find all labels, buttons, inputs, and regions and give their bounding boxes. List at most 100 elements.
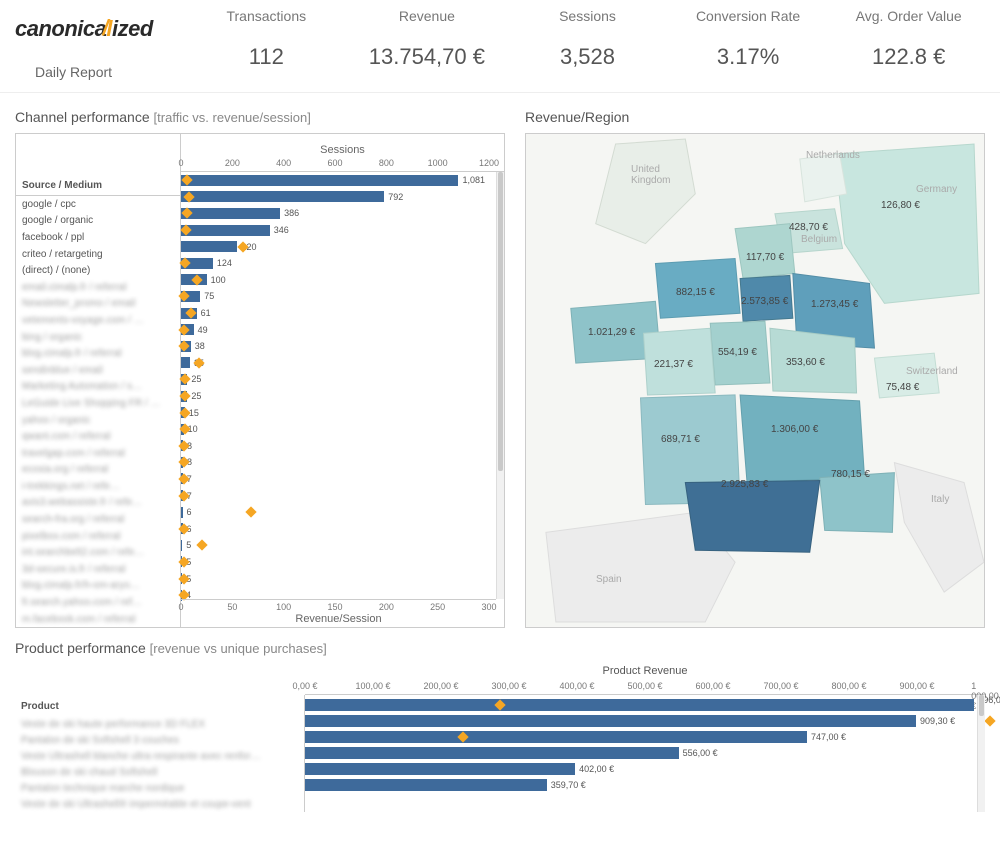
channel-row[interactable]: 10 bbox=[181, 421, 504, 438]
channel-label[interactable]: (direct) / (none) bbox=[16, 262, 180, 279]
channel-row[interactable]: 38 bbox=[181, 338, 504, 355]
product-label[interactable]: Pantalon de ski Softshell 3 couches bbox=[15, 732, 304, 748]
channel-label[interactable]: m.facebook.com / referral bbox=[16, 611, 180, 628]
channel-row[interactable]: 61 bbox=[181, 305, 504, 322]
report-subtitle: Daily Report bbox=[35, 64, 190, 80]
sessions-value: 6 bbox=[187, 507, 192, 517]
channel-top-ticks: 020040060080010001200 bbox=[181, 158, 504, 172]
channel-label[interactable]: qwant.com / referral bbox=[16, 428, 180, 445]
channel-row[interactable]: 6 bbox=[181, 520, 504, 537]
channel-label[interactable]: avis3.webassiste.fr / refe… bbox=[16, 495, 180, 512]
revenue-value: 747,00 € bbox=[811, 732, 846, 742]
product-row[interactable]: 909,30 € bbox=[305, 713, 977, 729]
product-chart[interactable]: Product Revenue 0,00 €100,00 €200,00 €30… bbox=[15, 664, 985, 812]
product-label[interactable]: Veste Ultrashell blanche ultra respirant… bbox=[15, 748, 304, 764]
channel-label[interactable]: Newsletter_promo / email bbox=[16, 296, 180, 313]
product-row[interactable]: 747,00 € bbox=[305, 729, 977, 745]
product-scrollbar-thumb[interactable] bbox=[979, 695, 984, 716]
product-scrollbar[interactable] bbox=[977, 695, 985, 812]
channel-row[interactable]: 35 bbox=[181, 355, 504, 372]
channel-label[interactable]: i-trekkings.net / refe… bbox=[16, 478, 180, 495]
channel-row[interactable]: 5 bbox=[181, 554, 504, 571]
channel-row[interactable]: 5 bbox=[181, 570, 504, 587]
channel-row[interactable]: 5 bbox=[181, 537, 504, 554]
channel-label[interactable]: int.searchbelt2.com / refe… bbox=[16, 544, 180, 561]
channel-label[interactable]: facebook / ppl bbox=[16, 229, 180, 246]
channel-chart[interactable]: Source / Medium google / cpcgoogle / org… bbox=[15, 133, 505, 628]
channel-label[interactable]: pixelbox.com / referral bbox=[16, 528, 180, 545]
product-label[interactable]: Pantalon technique marche nordique bbox=[15, 780, 304, 796]
channel-row[interactable]: 25 bbox=[181, 388, 504, 405]
product-label[interactable]: Veste de ski haute performance 3D FLEX bbox=[15, 716, 304, 732]
revenue-bar bbox=[305, 731, 807, 743]
channel-row[interactable]: 49 bbox=[181, 321, 504, 338]
channel-label[interactable]: ecosia.org / referral bbox=[16, 462, 180, 479]
channel-row[interactable]: 75 bbox=[181, 288, 504, 305]
region-occitanie[interactable] bbox=[685, 481, 819, 553]
channel-row[interactable]: 100 bbox=[181, 272, 504, 289]
channel-label[interactable]: fr.search.yahoo.com / ref… bbox=[16, 594, 180, 611]
brand-block: canonicalized Daily Report bbox=[15, 8, 190, 80]
channel-row[interactable]: 25 bbox=[181, 371, 504, 388]
channel-label[interactable]: 3d-secure.is.fr / referral bbox=[16, 561, 180, 578]
kpi-transactions: Transactions 112 bbox=[190, 8, 343, 70]
channel-label[interactable]: blog.cimalp.fr/h-om-aryo… bbox=[16, 578, 180, 595]
sessions-bar bbox=[181, 208, 280, 219]
channel-row[interactable]: 7 bbox=[181, 471, 504, 488]
channel-row[interactable]: 7 bbox=[181, 487, 504, 504]
sessions-value: 5 bbox=[186, 540, 191, 550]
channel-label[interactable]: search-fra.org / referral bbox=[16, 511, 180, 528]
channel-row[interactable]: 8 bbox=[181, 454, 504, 471]
channel-scrollbar-thumb[interactable] bbox=[498, 172, 503, 471]
channel-label[interactable]: blog.cimalp.fr / referral bbox=[16, 345, 180, 362]
channel-label[interactable]: criteo / retargeting bbox=[16, 246, 180, 263]
channel-label[interactable]: google / organic bbox=[16, 213, 180, 230]
map-label-es: Spain bbox=[596, 574, 622, 585]
revenue-bar bbox=[305, 747, 679, 759]
channel-label[interactable]: sendinblue / email bbox=[16, 362, 180, 379]
channel-scrollbar[interactable] bbox=[496, 172, 504, 599]
map-val-paca: 780,15 € bbox=[831, 469, 870, 480]
channel-row[interactable]: 386 bbox=[181, 205, 504, 222]
channel-col-header: Source / Medium bbox=[16, 180, 180, 196]
product-row[interactable]: 996,00 € bbox=[305, 697, 977, 713]
kpi-revenue: Revenue 13.754,70 € bbox=[351, 8, 504, 70]
sessions-bar bbox=[181, 540, 182, 551]
product-label[interactable]: Veste de ski Ultrashell® imperméable et … bbox=[15, 796, 304, 812]
channel-label[interactable]: LeGuide Live Shopping FR / … bbox=[16, 395, 180, 412]
channel-row[interactable]: 220 bbox=[181, 238, 504, 255]
channel-row[interactable]: 124 bbox=[181, 255, 504, 272]
channel-label[interactable]: travelgap.com / referral bbox=[16, 445, 180, 462]
product-row[interactable]: 402,00 € bbox=[305, 761, 977, 777]
channel-label[interactable]: vetements-voyage.com / … bbox=[16, 312, 180, 329]
revenue-value: 909,30 € bbox=[920, 716, 955, 726]
product-axis: 0,00 €100,00 €200,00 €300,00 €400,00 €50… bbox=[305, 681, 985, 695]
sessions-bar bbox=[181, 225, 270, 236]
product-bars: 996,00 € 909,30 € 747,00 € 556,00 € 402,00 €… bbox=[305, 695, 977, 812]
region-map[interactable]: United Kingdom Netherlands Germany Belgi… bbox=[525, 133, 985, 628]
channel-row[interactable]: 8 bbox=[181, 438, 504, 455]
channel-row[interactable]: 792 bbox=[181, 189, 504, 206]
channel-label[interactable]: Marketing Automation / s… bbox=[16, 379, 180, 396]
channel-row[interactable]: 6 bbox=[181, 504, 504, 521]
channel-label[interactable]: bing / organic bbox=[16, 329, 180, 346]
product-label[interactable]: Blouson de ski chaud Softshell bbox=[15, 764, 304, 780]
kpi-avg-order-value: Avg. Order Value 122.8 € bbox=[832, 8, 985, 70]
channel-row[interactable]: 1,081 bbox=[181, 172, 504, 189]
product-top-axis-title: Product Revenue bbox=[305, 665, 985, 677]
product-row[interactable]: 556,00 € bbox=[305, 745, 977, 761]
revenue-value: 556,00 € bbox=[683, 748, 718, 758]
channel-row[interactable]: 346 bbox=[181, 222, 504, 239]
map-val-nouvelle-aquitaine: 689,71 € bbox=[661, 434, 700, 445]
channel-label[interactable]: yahoo / organic bbox=[16, 412, 180, 429]
map-val-de: 126,80 € bbox=[881, 200, 920, 211]
kpi-sessions: Sessions 3,528 bbox=[511, 8, 664, 70]
sessions-value: 1,081 bbox=[462, 175, 485, 185]
region-paca[interactable] bbox=[820, 473, 895, 533]
product-row[interactable]: 359,70 € bbox=[305, 777, 977, 793]
channel-row[interactable]: 15 bbox=[181, 404, 504, 421]
channel-label[interactable]: email.cimalp.fr / referral bbox=[16, 279, 180, 296]
channel-label-column: Source / Medium google / cpcgoogle / org… bbox=[16, 134, 181, 627]
channel-label[interactable]: google / cpc bbox=[16, 196, 180, 213]
map-val-be: 428,70 € bbox=[789, 222, 828, 233]
